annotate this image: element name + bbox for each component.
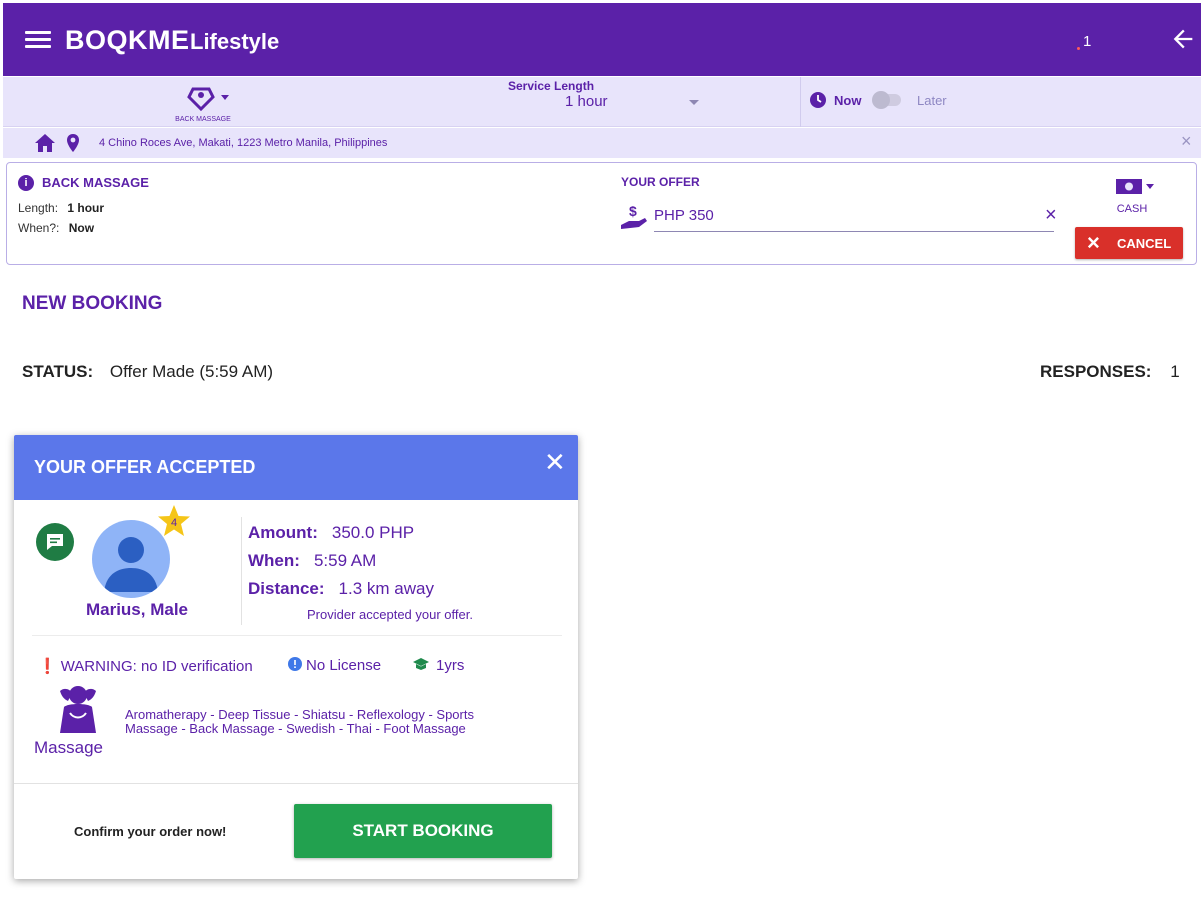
cancel-button[interactable]: × CANCEL [1075, 227, 1183, 259]
svg-text:$: $ [629, 203, 637, 219]
service-length-dropdown[interactable]: Service Length 1 hour [463, 79, 703, 123]
warning-icon: ❗ [38, 658, 57, 675]
notification-dot [1077, 47, 1080, 50]
offer-caption: YOUR OFFER [621, 175, 700, 189]
menu-icon[interactable] [25, 27, 51, 53]
provider-name: Marius, Male [85, 600, 189, 619]
license-text: No License [306, 657, 382, 674]
close-dialog-icon[interactable]: ✕ [544, 447, 566, 478]
confirm-text: Confirm your order now! [74, 824, 227, 839]
when-now-label: Now [834, 93, 862, 108]
notification-count: 1 [1083, 33, 1092, 50]
warning-text: WARNING: no ID verification [60, 658, 253, 675]
toggle-knob [872, 91, 890, 109]
license-status: No License [288, 657, 381, 674]
massage-icon [60, 686, 96, 733]
dialog-footer-divider [14, 783, 578, 784]
cancel-label: CANCEL [1117, 236, 1172, 251]
close-icon: × [1087, 230, 1100, 255]
payment-method-label: CASH [1116, 203, 1148, 215]
address-text: 4 Chino Roces Ave, Makati, 1223 Metro Ma… [99, 137, 388, 149]
skills-line-2: Massage - Back Massage - Swedish - Thai … [125, 721, 466, 736]
experience-text: 1yrs [436, 657, 465, 674]
options-bar: BACK MASSAGE Service Length 1 hour Now L… [3, 77, 1201, 127]
request-length-row: Length: 1 hour [18, 201, 104, 215]
length-label: Length: [18, 201, 59, 215]
service-length-caption: Service Length [508, 79, 595, 93]
request-summary-card: i BACK MASSAGE Length: 1 hour When?: Now… [6, 162, 1197, 265]
brand-suffix: Lifestyle [190, 29, 280, 54]
when-later-label: Later [917, 93, 947, 108]
booking-status: STATUS: Offer Made (5:59 AM) [22, 362, 273, 382]
dialog-vertical-divider [241, 517, 242, 625]
info-icon: i [18, 175, 34, 191]
address-bar: 4 Chino Roces Ave, Makati, 1223 Metro Ma… [3, 128, 1201, 158]
massage-service-icon [187, 87, 229, 112]
chevron-down-icon [689, 100, 699, 105]
responses-label: RESPONSES: [1040, 362, 1152, 381]
dialog-when-label: When: [248, 551, 300, 570]
notification-badge[interactable]: 1 [1077, 33, 1092, 50]
massage-category-label: Massage [34, 738, 103, 757]
distance-value: 1.3 km away [338, 579, 434, 598]
cash-icon [1116, 179, 1154, 194]
booking-responses: RESPONSES: 1 [1040, 362, 1180, 382]
location-pin-icon [67, 134, 79, 152]
app-root: BOQKME Lifestyle 1 BACK MASSAGE Service … [0, 0, 1203, 900]
responses-value: 1 [1170, 362, 1180, 381]
skills-line-1: Aromatherapy - Deep Tissue - Shiatsu - R… [125, 707, 474, 722]
options-divider [800, 77, 801, 127]
brand-logo: BOQKME [65, 25, 190, 55]
length-value: 1 hour [67, 201, 105, 215]
payment-method-selector[interactable]: CASH [1109, 175, 1155, 217]
dialog-when-value: 5:59 AM [313, 551, 377, 570]
start-booking-button[interactable]: START BOOKING [294, 804, 552, 858]
clock-icon [810, 92, 826, 108]
status-label: STATUS: [22, 362, 94, 381]
offer-input-underline [654, 231, 1054, 232]
hand-money-icon: $ [621, 203, 647, 229]
new-booking-title: NEW BOOKING [22, 293, 163, 314]
now-later-toggle[interactable] [872, 91, 901, 109]
service-length-value: 1 hour [565, 93, 608, 110]
service-name: BACK MASSAGE [175, 116, 231, 123]
back-arrow-icon[interactable] [1169, 25, 1197, 53]
graduation-cap-icon [413, 658, 429, 670]
when-value: Now [68, 221, 95, 235]
service-selector[interactable]: BACK MASSAGE [163, 83, 243, 123]
distance-label: Distance: [248, 579, 325, 598]
amount-row: Amount: 350.0 PHP [248, 523, 414, 543]
rating-star-icon: 4 [158, 505, 190, 536]
dialog-header: YOUR OFFER ACCEPTED ✕ [14, 435, 578, 500]
rating-value: 4 [171, 517, 177, 529]
request-when-row: When?: Now [18, 221, 94, 235]
when-row: When: 5:59 AM [248, 551, 376, 571]
clear-offer-icon[interactable]: × [1045, 204, 1057, 227]
amount-label: Amount: [248, 523, 318, 542]
clear-address-icon[interactable]: × [1181, 131, 1192, 152]
when-label: When?: [18, 221, 60, 235]
chat-icon[interactable] [36, 523, 74, 561]
app-bar: BOQKME Lifestyle 1 [3, 3, 1201, 76]
dialog-divider [32, 635, 562, 636]
license-info-icon [288, 657, 302, 671]
request-service-title: BACK MASSAGE [42, 175, 149, 190]
amount-value: 350.0 PHP [331, 523, 415, 542]
id-warning: ❗ WARNING: no ID verification [38, 657, 253, 675]
distance-row: Distance: 1.3 km away [248, 579, 434, 599]
status-value: Offer Made (5:59 AM) [109, 362, 274, 381]
provider-note: Provider accepted your offer. [307, 607, 473, 622]
experience: 1yrs [412, 657, 464, 674]
offer-accepted-dialog: YOUR OFFER ACCEPTED ✕ 4 Marius, Male Amo… [14, 435, 578, 879]
provider-skills: Aromatherapy - Deep Tissue - Shiatsu - R… [125, 708, 505, 736]
dialog-title: YOUR OFFER ACCEPTED [34, 457, 256, 477]
home-icon[interactable] [34, 133, 56, 153]
offer-input[interactable]: PHP 350 [654, 207, 714, 224]
